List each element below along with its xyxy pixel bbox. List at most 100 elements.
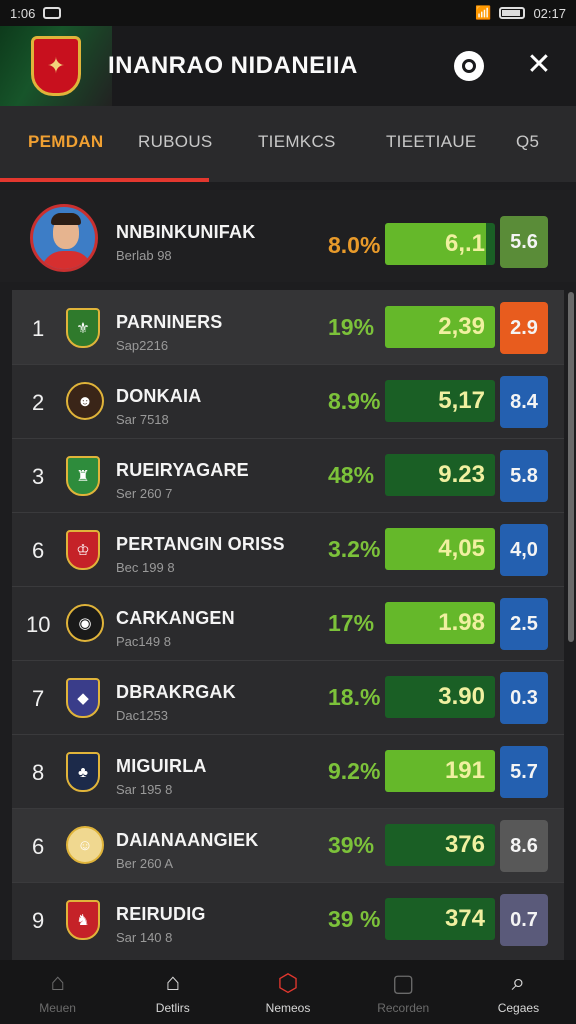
row-name: DBRAKRGAK <box>116 682 236 702</box>
row-sub: Ser 260 7 <box>116 486 173 501</box>
scrollbar[interactable] <box>568 292 574 642</box>
row-bar: 1.98 <box>385 602 495 644</box>
row-percent: 39 % <box>328 906 381 932</box>
row-percent: 18.% <box>328 684 381 710</box>
team-crest-logo: ✦ <box>0 26 112 106</box>
row-score: 8.6 <box>500 820 548 872</box>
tab-bar: PEMDAN RUBOUS TIEMKCS TIEETIAUE Q5 <box>0 106 576 182</box>
table-row[interactable]: 7 ◆ DBRAKRGAK Dac1253 18.% 3.90 0.3 <box>12 660 564 734</box>
row-sub: Sar 195 8 <box>116 782 173 797</box>
edit-icon: ▢ <box>391 969 415 997</box>
status-time: 1:06 <box>10 5 36 21</box>
badge-icon: ⬡ <box>277 969 299 997</box>
player-summary[interactable]: NNBINKUNIFAK Berlab 98 8.0% 6,.1 5.6 <box>0 190 576 282</box>
row-rank: 10 <box>26 612 51 637</box>
team-badge-icon: ♔ <box>66 530 100 570</box>
search-icon <box>462 59 476 73</box>
row-bar-value: 9.23 <box>438 461 485 488</box>
tab-tiemkcs[interactable]: TIEMKCS <box>258 132 336 152</box>
row-sub: Ber 260 A <box>116 856 174 871</box>
row-bar: 4,05 <box>385 528 495 570</box>
row-divider <box>12 512 564 513</box>
row-divider <box>12 438 564 439</box>
search-button[interactable] <box>454 51 484 81</box>
row-bar: 374 <box>385 898 495 940</box>
row-bar-value: 376 <box>444 831 485 858</box>
close-button[interactable]: ✕ <box>522 48 556 82</box>
row-divider <box>12 808 564 809</box>
team-badge-icon: ⚜ <box>66 308 100 348</box>
table-row[interactable]: 10 ◉ CARKANGEN Pac149 8 17% 1.98 2.5 <box>12 586 564 660</box>
player-name: NNBINKUNIFAK <box>116 222 256 242</box>
player-score: 5.6 <box>500 216 548 268</box>
row-rank: 6 <box>32 538 45 563</box>
tab-tieetiaue[interactable]: TIEETIAUE <box>386 132 477 152</box>
row-score: 2.9 <box>500 302 548 354</box>
battery-icon <box>499 7 526 19</box>
row-name: REIRUDIG <box>116 904 206 924</box>
row-rank: 1 <box>32 316 45 341</box>
row-percent: 39% <box>328 832 375 858</box>
nav-meuen[interactable]: ⌂ Meuen <box>0 960 115 1024</box>
close-icon: ✕ <box>526 48 552 81</box>
bottom-nav: ⌂ Meuen ⌂ Detlirs ⬡ Nemeos ▢ Recorden ⌕ … <box>0 960 576 1024</box>
row-divider <box>12 586 564 587</box>
row-percent: 19% <box>328 314 375 340</box>
player-bar-value: 6,.1 <box>444 230 485 257</box>
row-rank: 9 <box>32 908 45 933</box>
status-clock: 02:17 <box>533 5 566 21</box>
row-score: 0.3 <box>500 672 548 724</box>
row-score: 5.8 <box>500 450 548 502</box>
row-name: DAIANAANGIEK <box>116 830 259 850</box>
player-bar: 6,.1 <box>385 223 495 265</box>
team-badge-icon: ◆ <box>66 678 100 718</box>
team-badge-icon: ☻ <box>66 382 104 420</box>
nav-cegaes[interactable]: ⌕ Cegaes <box>461 960 576 1024</box>
nav-detlirs[interactable]: ⌂ Detlirs <box>115 960 230 1024</box>
table-row[interactable]: 1 ⚜ PARNINERS Sap2216 19% 2,39 2.9 <box>12 290 564 364</box>
row-divider <box>12 734 564 735</box>
row-score: 8.4 <box>500 376 548 428</box>
row-score: 2.5 <box>500 598 548 650</box>
row-bar-value: 1.98 <box>438 609 485 636</box>
row-sub: Sar 140 8 <box>116 930 173 945</box>
row-score: 4,0 <box>500 524 548 576</box>
row-bar: 2,39 <box>385 306 495 348</box>
row-bar-value: 3.90 <box>438 683 485 710</box>
home-icon: ⌂ <box>50 969 65 996</box>
table-row[interactable]: 6 ♔ PERTANGIN ORISS Bec 199 8 3.2% 4,05 … <box>12 512 564 586</box>
search-icon: ⌕ <box>511 969 526 996</box>
house-outline-icon: ⌂ <box>165 969 181 996</box>
row-name: RUEIRYAGARE <box>116 460 249 480</box>
tab-pemdan[interactable]: PEMDAN <box>28 132 103 152</box>
table-row[interactable]: 2 ☻ DONKAIA Sar 7518 8.9% 5,17 8.4 <box>12 364 564 438</box>
row-percent: 9.2% <box>328 758 381 784</box>
nav-nemeos[interactable]: ⬡ Nemeos <box>230 960 345 1024</box>
page-title: INANRAO NIDANEIIA <box>108 52 358 79</box>
app-header: ✦ INANRAO NIDANEIIA ✕ <box>0 26 576 106</box>
row-name: CARKANGEN <box>116 608 235 628</box>
row-bar-value: 374 <box>444 905 485 932</box>
row-rank: 3 <box>32 464 45 489</box>
team-badge-icon: ♞ <box>66 900 100 940</box>
team-badge-icon: ☺ <box>66 826 104 864</box>
row-bar: 9.23 <box>385 454 495 496</box>
row-bar-value: 5,17 <box>438 387 485 414</box>
row-score: 5.7 <box>500 746 548 798</box>
nav-recorden[interactable]: ▢ Recorden <box>346 960 461 1024</box>
row-name: PARNINERS <box>116 312 223 332</box>
table-row[interactable]: 9 ♞ REIRUDIG Sar 140 8 39 % 374 0.7 <box>12 882 564 956</box>
table-row[interactable]: 3 ♜ RUEIRYAGARE Ser 260 7 48% 9.23 5.8 <box>12 438 564 512</box>
row-bar: 191 <box>385 750 495 792</box>
row-rank: 6 <box>32 834 45 859</box>
row-name: DONKAIA <box>116 386 202 406</box>
row-rank: 7 <box>32 686 45 711</box>
tab-rubous[interactable]: RUBOUS <box>138 132 213 152</box>
row-name: MIGUIRLA <box>116 756 207 776</box>
table-row[interactable]: 6 ☺ DAIANAANGIEK Ber 260 A 39% 376 8.6 <box>12 808 564 882</box>
tab-q5[interactable]: Q5 <box>516 132 539 152</box>
shield-icon: ✦ <box>31 36 81 96</box>
active-tab-indicator <box>0 178 209 182</box>
table-row[interactable]: 8 ♣ MIGUIRLA Sar 195 8 9.2% 191 5.7 <box>12 734 564 808</box>
row-name: PERTANGIN ORISS <box>116 534 285 554</box>
